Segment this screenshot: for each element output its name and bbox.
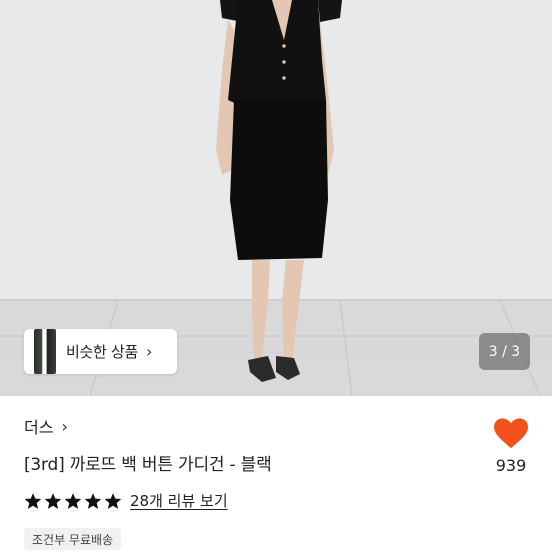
rating-row: 28개 리뷰 보기	[24, 490, 228, 511]
similar-items-label: 비슷한 상품	[66, 343, 138, 361]
shipping-badge: 조건부 무료배송	[24, 528, 122, 550]
like-count: 939	[495, 456, 527, 475]
heart-icon	[488, 418, 534, 450]
star-icon	[44, 492, 62, 509]
image-page-counter: 3 / 3	[479, 333, 530, 370]
star-icon	[84, 492, 102, 509]
shop-link[interactable]: 더스 ›	[24, 414, 68, 438]
reviews-link[interactable]: 28개 리뷰 보기	[130, 490, 228, 511]
star-rating	[24, 492, 122, 510]
like-button[interactable]: 939	[488, 418, 534, 475]
similar-items-button[interactable]: 비슷한 상품 ›	[24, 329, 177, 374]
star-icon	[24, 492, 42, 509]
product-photo[interactable]: 비슷한 상품 › 3 / 3	[0, 0, 552, 396]
star-icon	[104, 492, 122, 509]
chevron-right-icon: ›	[61, 416, 68, 436]
chevron-right-icon: ›	[145, 342, 153, 361]
product-title: [3rd] 까로뜨 백 버튼 가디건 - 블랙	[24, 455, 272, 475]
shop-name: 더스	[24, 418, 54, 437]
star-icon	[64, 492, 82, 509]
similar-item-thumbnail	[34, 329, 56, 374]
